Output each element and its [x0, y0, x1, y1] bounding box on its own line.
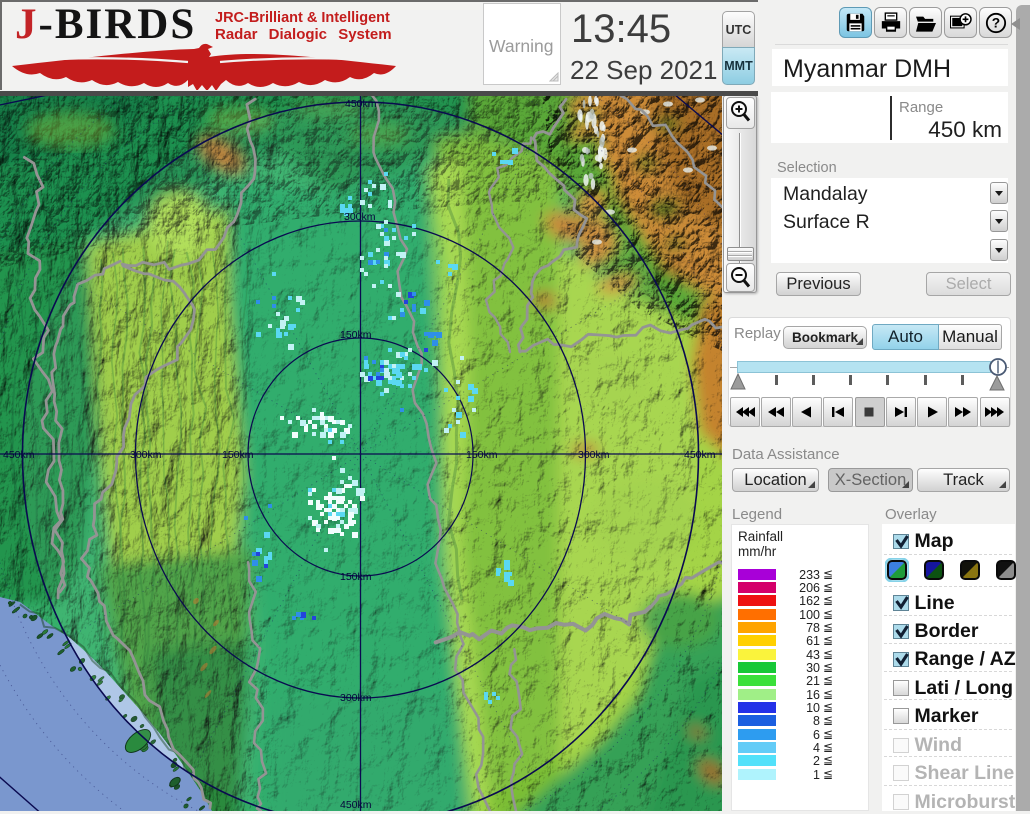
- svg-text:450km: 450km: [684, 449, 716, 461]
- svg-text:300km: 300km: [130, 449, 162, 461]
- svg-text:300km: 300km: [344, 211, 376, 223]
- svg-text:450km: 450km: [3, 449, 35, 461]
- svg-text:150km: 150km: [340, 571, 372, 583]
- svg-text:150km: 150km: [340, 329, 372, 341]
- svg-text:300km: 300km: [340, 692, 372, 704]
- svg-text:300km: 300km: [578, 449, 610, 461]
- svg-text:?: ?: [991, 15, 999, 30]
- svg-text:450km: 450km: [345, 98, 377, 110]
- svg-text:450km: 450km: [340, 799, 372, 811]
- svg-text:150km: 150km: [222, 449, 254, 461]
- svg-text:150km: 150km: [466, 449, 498, 461]
